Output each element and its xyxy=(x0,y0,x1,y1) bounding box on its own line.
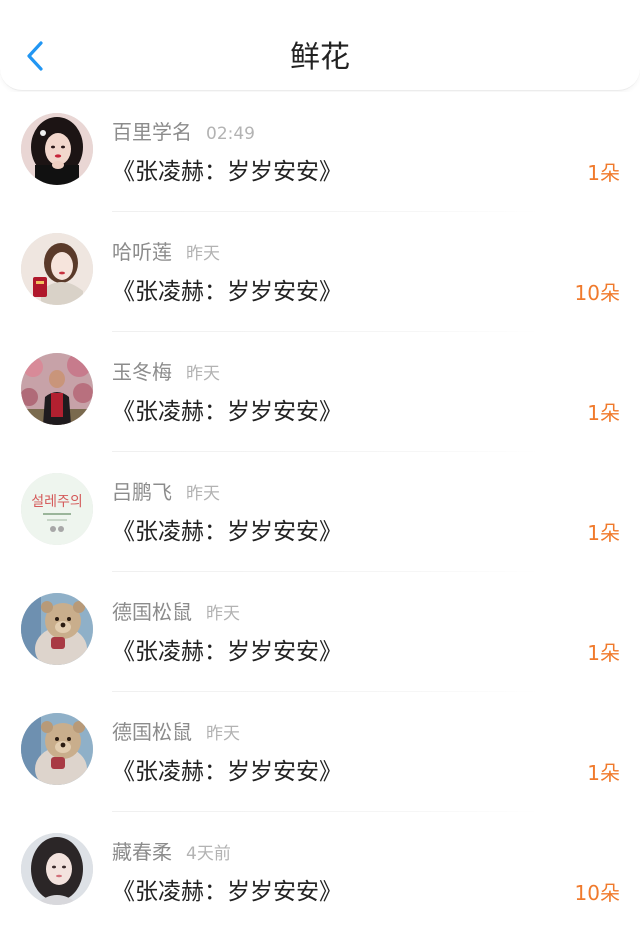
book-title[interactable]: 《张凌赫：岁岁安安》 xyxy=(112,636,342,668)
user-photo-woman-scarf-icon xyxy=(21,233,93,305)
avatar[interactable] xyxy=(21,713,93,785)
user-photo-teddy-bear-icon xyxy=(21,593,93,665)
avatar[interactable] xyxy=(21,833,93,905)
list-item[interactable]: 百里学名 02:49 《张凌赫：岁岁安安》 1朵 xyxy=(0,92,640,212)
sender-name[interactable]: 百里学名 xyxy=(112,120,192,144)
timestamp: 昨天 xyxy=(206,724,240,744)
flower-count: 1朵 xyxy=(587,521,620,545)
list-item[interactable]: 玉冬梅 昨天 《张凌赫：岁岁安安》 1朵 xyxy=(0,332,640,452)
book-title[interactable]: 《张凌赫：岁岁安安》 xyxy=(112,516,342,548)
avatar[interactable] xyxy=(21,593,93,665)
timestamp: 昨天 xyxy=(186,484,220,504)
avatar[interactable] xyxy=(21,353,93,425)
avatar[interactable] xyxy=(21,113,93,185)
book-title[interactable]: 《张凌赫：岁岁安安》 xyxy=(112,876,342,908)
sender-name[interactable]: 玉冬梅 xyxy=(112,360,172,384)
item-meta: 藏春柔 4天前 xyxy=(112,838,231,866)
user-photo-woman-icon xyxy=(21,113,93,185)
avatar[interactable]: 설레주의 xyxy=(21,473,93,545)
user-photo-blossoms-icon xyxy=(21,353,93,425)
book-title[interactable]: 《张凌赫：岁岁安安》 xyxy=(112,756,342,788)
top-nav-bar: 鲜花 xyxy=(0,0,640,91)
book-title[interactable]: 《张凌赫：岁岁安安》 xyxy=(112,156,342,188)
timestamp: 昨天 xyxy=(186,244,220,264)
timestamp: 02:49 xyxy=(206,124,255,144)
item-meta: 玉冬梅 昨天 xyxy=(112,358,220,386)
flower-gift-list: 百里学名 02:49 《张凌赫：岁岁安安》 1朵 哈听莲 昨天 《张凌赫：岁岁安… xyxy=(0,92,640,926)
item-meta: 德国松鼠 昨天 xyxy=(112,718,240,746)
flower-count: 1朵 xyxy=(587,161,620,185)
sender-name[interactable]: 吕鹏飞 xyxy=(112,480,172,504)
book-title[interactable]: 《张凌赫：岁岁安安》 xyxy=(112,396,342,428)
flower-count: 1朵 xyxy=(587,401,620,425)
item-meta: 德国松鼠 昨天 xyxy=(112,598,240,626)
flower-count: 1朵 xyxy=(587,641,620,665)
user-photo-korean-title-icon: 설레주의 xyxy=(21,473,93,545)
book-title[interactable]: 《张凌赫：岁岁安安》 xyxy=(112,276,342,308)
flower-count: 10朵 xyxy=(574,281,620,305)
item-meta: 哈听莲 昨天 xyxy=(112,238,220,266)
item-meta: 百里学名 02:49 xyxy=(112,118,255,146)
list-item[interactable]: 德国松鼠 昨天 《张凌赫：岁岁安安》 1朵 xyxy=(0,692,640,812)
user-photo-teddy-bear-icon xyxy=(21,713,93,785)
sender-name[interactable]: 德国松鼠 xyxy=(112,720,192,744)
user-photo-girl-icon xyxy=(21,833,93,905)
list-item[interactable]: 德国松鼠 昨天 《张凌赫：岁岁安安》 1朵 xyxy=(0,572,640,692)
flowers-page: 鲜花 百里学名 02:49 《张凌赫：岁岁安安》 1朵 哈听莲 昨天 《张凌赫：… xyxy=(0,0,640,926)
item-meta: 吕鹏飞 昨天 xyxy=(112,478,220,506)
list-item[interactable]: 설레주의 吕鹏飞 昨天 《张凌赫：岁岁安安》 1朵 xyxy=(0,452,640,572)
avatar[interactable] xyxy=(21,233,93,305)
flower-count: 1朵 xyxy=(587,761,620,785)
sender-name[interactable]: 德国松鼠 xyxy=(112,600,192,624)
timestamp: 昨天 xyxy=(186,364,220,384)
page-title: 鲜花 xyxy=(290,40,350,75)
avatar-korean-text: 설레주의 xyxy=(31,494,83,510)
list-item[interactable]: 藏春柔 4天前 《张凌赫：岁岁安安》 10朵 xyxy=(0,812,640,926)
flower-count: 10朵 xyxy=(574,881,620,905)
timestamp: 4天前 xyxy=(186,844,231,864)
sender-name[interactable]: 哈听莲 xyxy=(112,240,172,264)
sender-name[interactable]: 藏春柔 xyxy=(112,840,172,864)
list-item[interactable]: 哈听莲 昨天 《张凌赫：岁岁安安》 10朵 xyxy=(0,212,640,332)
timestamp: 昨天 xyxy=(206,604,240,624)
